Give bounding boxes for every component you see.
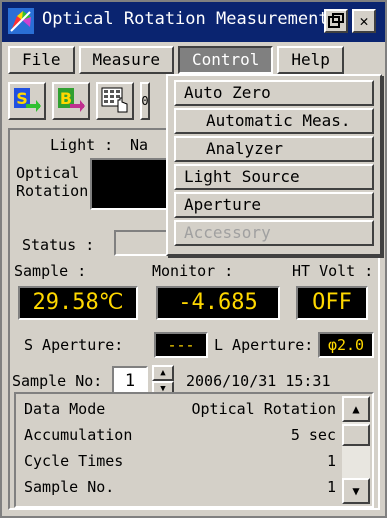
list-item: Sample No. 1 (24, 478, 336, 502)
restore-icon (328, 13, 344, 28)
list-item: Accumulation 5 sec (24, 426, 336, 450)
list-item-value: Optical Rotation (191, 400, 337, 418)
list-item: Cycle Times 1 (24, 452, 336, 476)
status-label: Status : (22, 236, 95, 254)
list-item-value: 1 (326, 452, 336, 470)
menu-item-analyzer[interactable]: Analyzer (174, 136, 374, 162)
optical-rotation-display (90, 158, 170, 210)
arrow-down-icon: ▼ (352, 484, 360, 498)
menu-item-light-source[interactable]: Light Source (174, 164, 374, 190)
title-bar[interactable]: Optical Rotation Measurement ✕ (2, 2, 385, 42)
menu-item-accessory: Accessory (174, 220, 374, 246)
sample-label: Sample : (14, 262, 87, 280)
scroll-up-button[interactable]: ▲ (342, 396, 370, 422)
toolbar: S B 0 (8, 82, 150, 122)
list-item-value: 5 sec (290, 426, 336, 444)
sample-icon: S (14, 88, 41, 112)
keypad-hand-icon (101, 87, 128, 113)
menu-measure[interactable]: Measure (78, 46, 174, 74)
arrow-up-icon: ▲ (160, 368, 166, 378)
window-title: Optical Rotation Measurement (42, 9, 329, 29)
arrow-up-icon: ▲ (352, 402, 360, 416)
list-item-key: Cycle Times (24, 452, 124, 470)
light-value: Na (130, 136, 149, 154)
list-item-key: Data Mode (24, 400, 106, 418)
menu-item-auto-zero[interactable]: Auto Zero (174, 80, 374, 106)
restore-button[interactable] (324, 9, 348, 33)
monitor-label: Monitor : (152, 262, 234, 280)
l-aperture-display: φ2.0 (318, 332, 374, 358)
menu-item-aperture[interactable]: Aperture (174, 192, 374, 218)
s-aperture-label: S Aperture: (24, 336, 124, 354)
list-item-value: 1 (326, 478, 336, 496)
s-aperture-display: --- (154, 332, 208, 358)
menu-help[interactable]: Help (277, 46, 344, 74)
close-button[interactable]: ✕ (352, 9, 376, 33)
zero-button[interactable]: 0 (140, 82, 150, 120)
optical-rotation-label-1: Optical (16, 164, 80, 182)
control-menu-dropdown: Auto Zero Automatic Meas. Analyzer Light… (166, 74, 382, 256)
monitor-display: -4.685 (156, 286, 280, 320)
sample-temperature-display: 29.58℃ (18, 286, 138, 320)
list-item-key: Sample No. (24, 478, 115, 496)
app-icon (8, 8, 34, 34)
s-button[interactable]: S (8, 82, 46, 120)
ht-volt-label: HT Volt : (292, 262, 374, 280)
sample-no-label: Sample No: (12, 372, 103, 390)
close-icon: ✕ (359, 12, 369, 30)
menu-control[interactable]: Control (177, 46, 274, 74)
datetime: 2006/10/31 15:31 (186, 372, 331, 390)
light-label: Light : (50, 136, 114, 154)
scroll-down-button[interactable]: ▼ (342, 478, 370, 504)
zero-glyph: 0 (141, 94, 149, 108)
menu-file[interactable]: File (8, 46, 75, 74)
ht-volt-display: OFF (296, 286, 368, 320)
app-window: Optical Rotation Measurement ✕ File Meas… (0, 0, 387, 518)
list-item: Data Mode Optical Rotation (24, 400, 336, 424)
l-aperture-label: L Aperture: (214, 336, 314, 354)
menu-item-automatic-meas[interactable]: Automatic Meas. (174, 108, 374, 134)
keypad-button[interactable] (96, 82, 134, 120)
measurement-info-list[interactable]: Data Mode Optical Rotation Accumulation … (14, 392, 374, 508)
spin-up-button[interactable]: ▲ (152, 365, 174, 381)
list-scrollbar[interactable]: ▲ ▼ (342, 396, 370, 504)
optical-rotation-label-2: Rotation: (16, 182, 98, 200)
scroll-thumb[interactable] (342, 424, 370, 446)
b-button[interactable]: B (52, 82, 90, 120)
status-display (114, 230, 174, 256)
menu-bar: File Measure Control Help (8, 46, 344, 74)
blank-icon: B (58, 88, 85, 112)
list-item-key: Accumulation (24, 426, 133, 444)
